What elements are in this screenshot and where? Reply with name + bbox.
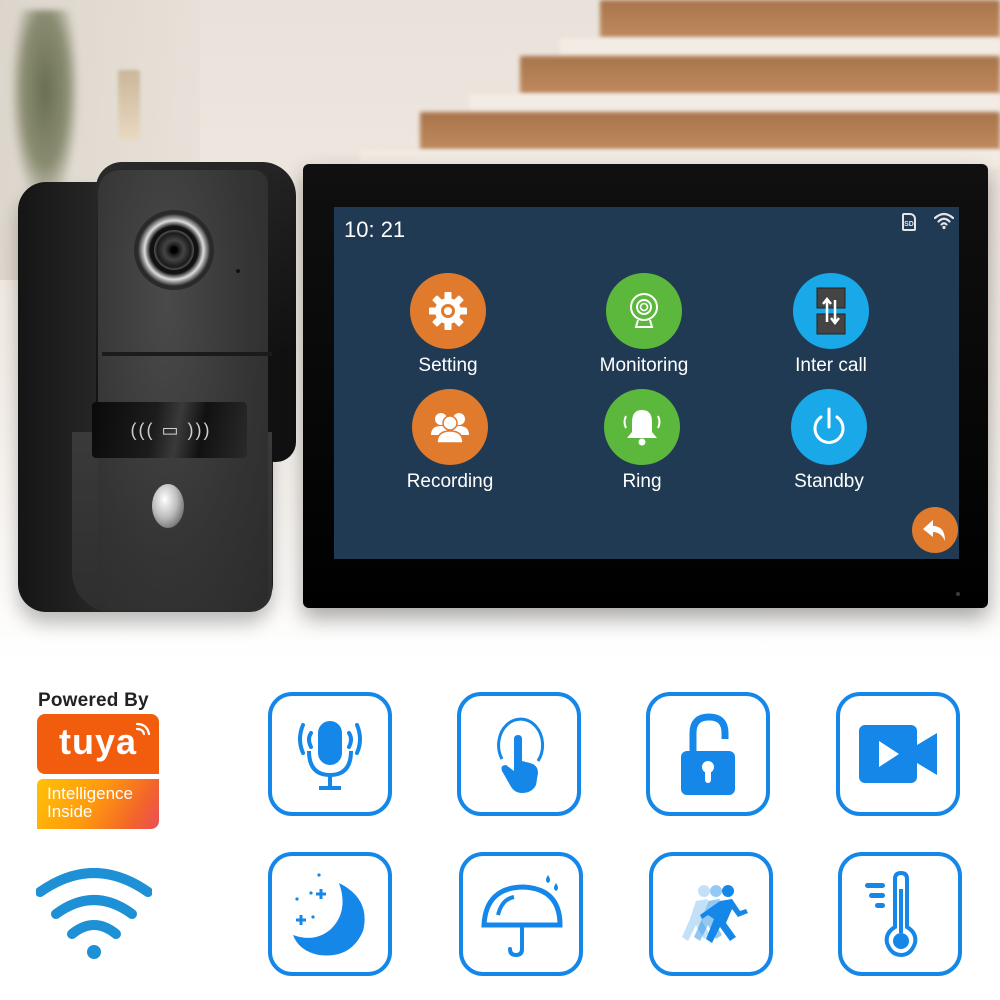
webcam-icon — [606, 273, 682, 349]
signal-icon — [135, 722, 151, 736]
stair-riser — [470, 94, 1000, 112]
stair-step — [420, 112, 1000, 150]
group-icon — [412, 389, 488, 465]
feature-night-vision — [268, 852, 392, 976]
menu-standby[interactable]: Standby — [769, 389, 889, 493]
doorbell-camera: ((( ▭ ))) — [14, 162, 299, 622]
wifi-icon — [934, 212, 954, 230]
unlock-icon — [681, 713, 735, 795]
feature-unlock — [646, 692, 770, 816]
power-led — [956, 592, 960, 596]
feature-motion-detection — [649, 852, 773, 976]
waterproof-umbrella-icon — [481, 875, 563, 958]
microphone-hole — [236, 269, 240, 273]
lamp — [118, 70, 140, 140]
video-camera-icon — [859, 725, 937, 783]
tuya-wordmark: tuya — [58, 721, 138, 762]
touch-icon — [497, 717, 545, 793]
menu-label: Monitoring — [599, 355, 689, 376]
bell-icon — [152, 492, 184, 520]
menu-monitoring[interactable]: Monitoring — [584, 273, 704, 377]
clock: 10: 21 — [344, 217, 406, 242]
camera-lens — [154, 230, 194, 270]
rfid-card-icon: ((( ▭ ))) — [130, 420, 212, 440]
tuya-logo: tuya — [37, 714, 159, 774]
temperature-icon — [865, 870, 918, 958]
menu-inter-call[interactable]: Inter call — [771, 273, 891, 377]
stair-riser — [560, 38, 1000, 56]
feature-video — [836, 692, 960, 816]
back-button[interactable] — [912, 507, 958, 553]
menu-setting[interactable]: Setting — [388, 273, 508, 377]
feature-temperature — [838, 852, 962, 976]
power-icon — [791, 389, 867, 465]
intelligence-inside-badge: Intelligence Inside — [37, 779, 159, 829]
bell-icon — [604, 389, 680, 465]
menu-ring[interactable]: Ring — [582, 389, 702, 493]
sd-card-icon: SD — [902, 213, 916, 231]
tagline-line2: Inside — [47, 802, 93, 821]
doorbell-seam — [102, 352, 272, 356]
feature-intercom — [268, 692, 392, 816]
powered-by-label: Powered By — [38, 690, 149, 711]
menu-label: Standby — [794, 471, 864, 492]
gear-icon — [410, 273, 486, 349]
microphone-icon — [298, 721, 362, 790]
stair-step — [600, 0, 1000, 38]
inter-call-icon — [793, 273, 869, 349]
menu-label: Setting — [418, 355, 478, 376]
feature-touch-screen — [457, 692, 581, 816]
wifi-icon — [36, 868, 152, 959]
back-arrow-icon — [923, 520, 945, 541]
night-vision-icon — [293, 873, 365, 956]
menu-label: Recording — [406, 471, 494, 492]
product-image: ((( ▭ ))) 10: 21 SD Setting Monitoring I… — [0, 0, 1000, 1000]
motion-detection-icon — [682, 885, 748, 943]
menu-recording[interactable]: Recording — [390, 389, 510, 493]
tagline-line1: Intelligence — [47, 784, 134, 803]
indoor-monitor: 10: 21 SD Setting Monitoring Inter call … — [303, 164, 988, 608]
monitor-screen: 10: 21 SD Setting Monitoring Inter call … — [334, 207, 959, 559]
stair-step — [520, 56, 1000, 94]
feature-waterproof — [459, 852, 583, 976]
menu-label: Ring — [622, 471, 662, 492]
menu-label: Inter call — [795, 355, 867, 376]
